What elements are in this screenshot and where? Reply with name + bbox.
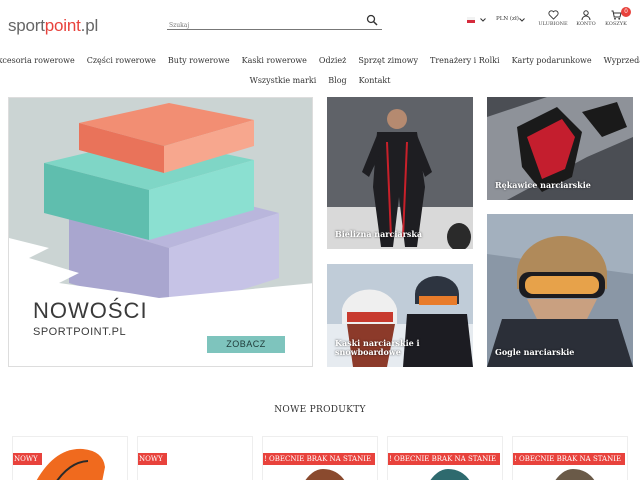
main-nav: Akcesoria rowerowe Części rowerowe Buty …: [0, 50, 640, 90]
nav-item-odziez[interactable]: Odzież: [313, 56, 352, 65]
product-badge: NOWY: [138, 453, 167, 465]
hero-cta-button[interactable]: ZOBACZ: [207, 336, 285, 353]
nav-item-blog[interactable]: Blog: [322, 76, 352, 85]
tile-caption: Bielizna narciarska: [335, 229, 423, 239]
category-tile-bielizna[interactable]: Bielizna narciarska: [327, 97, 473, 249]
nav-item-kaski[interactable]: Kaski rowerowe: [236, 56, 313, 65]
tile-caption: Kaski narciarskie i snowboardowe: [335, 338, 420, 357]
product-badge: NOWY: [13, 453, 42, 465]
wishlist-button[interactable]: ULUBIONE: [538, 10, 568, 27]
cart-icon: [611, 10, 622, 20]
user-icon: [581, 10, 591, 20]
nav-item-kontakt[interactable]: Kontakt: [353, 76, 397, 85]
nav-item-marki[interactable]: Wszystkie marki: [244, 76, 323, 85]
product-badge: ! OBECNIE BRAK NA STANIE: [513, 453, 626, 465]
account-button[interactable]: KONTO: [571, 10, 601, 27]
tile-caption: Rękawice narciarskie: [495, 180, 591, 190]
product-card[interactable]: NOWY: [137, 436, 253, 480]
hero-banner[interactable]: NOWOŚCI SPORTPOINT.PL ZOBACZ: [8, 97, 313, 367]
heart-icon: [547, 10, 559, 20]
hero-subtitle: SPORTPOINT.PL: [33, 326, 127, 338]
product-card[interactable]: ! OBECNIE BRAK NA STANIE: [512, 436, 628, 480]
nav-item-akcesoria[interactable]: Akcesoria rowerowe: [0, 56, 81, 65]
chevron-down-icon[interactable]: [480, 18, 486, 22]
nav-item-buty[interactable]: Buty rowerowe: [162, 56, 236, 65]
search-input[interactable]: [167, 17, 347, 34]
hero-title: NOWOŚCI: [33, 298, 148, 323]
currency-selector[interactable]: PLN (zł): [496, 16, 519, 22]
ski-goggles-image: [487, 214, 633, 367]
category-tile-rekawice[interactable]: Rękawice narciarskie: [487, 97, 633, 200]
nav-row-1: Akcesoria rowerowe Części rowerowe Buty …: [0, 50, 640, 70]
product-badge: ! OBECNIE BRAK NA STANIE: [388, 453, 501, 465]
nav-item-wyprzedaz[interactable]: Wyprzedaż: [598, 56, 640, 65]
nav-row-2: Wszystkie marki Blog Kontakt: [0, 70, 640, 90]
account-label: KONTO: [576, 21, 596, 27]
category-tile-kaski[interactable]: Kaski narciarskie i snowboardowe: [327, 264, 473, 367]
nav-item-sprzet-zimowy[interactable]: Sprzęt zimowy: [352, 56, 424, 65]
search-icon[interactable]: [366, 14, 378, 26]
site-logo[interactable]: sportpoint.pl: [8, 16, 98, 36]
chevron-down-icon[interactable]: [519, 18, 525, 22]
cart-label: KOSZYK: [605, 21, 627, 27]
thermal-underwear-image: [327, 97, 473, 249]
new-products-title: NOWE PRODUKTY: [274, 405, 366, 415]
nav-item-trenazery[interactable]: Trenażery i Rolki: [424, 56, 506, 65]
product-card[interactable]: NOWY: [12, 436, 128, 480]
site-header: sportpoint.pl PLN (zł) ULUBIONE KONTO KO…: [0, 0, 640, 40]
wishlist-label: ULUBIONE: [538, 21, 568, 27]
nav-item-karty[interactable]: Karty podarunkowe: [506, 56, 598, 65]
tile-caption: Gogle narciarskie: [495, 347, 575, 357]
product-card[interactable]: ! OBECNIE BRAK NA STANIE: [262, 436, 378, 480]
search-bar: [167, 12, 382, 34]
cart-count-badge: 0: [621, 7, 631, 17]
category-tile-gogle[interactable]: Gogle narciarskie: [487, 214, 633, 367]
product-card[interactable]: ! OBECNIE BRAK NA STANIE: [387, 436, 503, 480]
poland-flag-icon[interactable]: [467, 17, 475, 23]
product-badge: ! OBECNIE BRAK NA STANIE: [263, 453, 376, 465]
nav-item-czesci[interactable]: Części rowerowe: [81, 56, 162, 65]
